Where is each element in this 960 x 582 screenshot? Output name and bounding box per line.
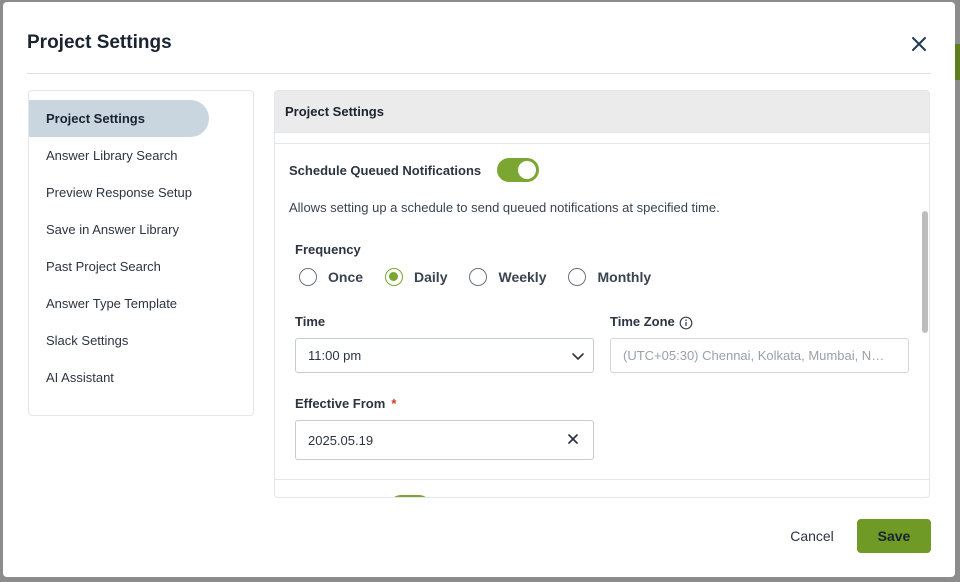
- project-settings-modal: Project Settings Project Settings Answer…: [3, 2, 955, 577]
- sidebar-item-answer-type-template[interactable]: Answer Type Template: [29, 285, 209, 322]
- cancel-button[interactable]: Cancel: [781, 519, 843, 553]
- radio-circle: [568, 268, 587, 286]
- radio-monthly[interactable]: Monthly: [568, 268, 651, 286]
- time-label: Time: [295, 314, 326, 329]
- settings-sidebar: Project Settings Answer Library Search P…: [28, 90, 254, 416]
- radio-circle: [299, 268, 317, 286]
- radio-circle: [469, 268, 488, 286]
- modal-title: Project Settings: [27, 32, 172, 53]
- frequency-label: Frequency: [295, 242, 361, 257]
- frequency-radio-group: Once Daily Weekly Monthly: [299, 268, 673, 286]
- next-section-toggle[interactable]: [389, 495, 431, 497]
- radio-daily[interactable]: Daily: [385, 268, 447, 286]
- toggle-knob: [518, 161, 537, 179]
- effective-from-date-input[interactable]: 2025.05.19: [295, 420, 594, 460]
- sidebar-item-save-in-answer-library[interactable]: Save in Answer Library: [29, 211, 209, 248]
- radio-label: Monthly: [597, 269, 652, 285]
- radio-weekly[interactable]: Weekly: [469, 268, 546, 286]
- info-icon[interactable]: [679, 316, 693, 330]
- panel-body: Schedule Queued Notifications Allows set…: [275, 143, 929, 481]
- time-zone-placeholder: (UTC+05:30) Chennai, Kolkata, Mumbai, N…: [623, 348, 885, 363]
- schedule-description: Allows setting up a schedule to send que…: [289, 200, 720, 215]
- effective-from-text: Effective From: [295, 396, 386, 411]
- time-value: 11:00 pm: [308, 348, 362, 363]
- save-button[interactable]: Save: [857, 519, 931, 553]
- schedule-label: Schedule Queued Notifications: [289, 162, 482, 178]
- close-button[interactable]: [903, 30, 935, 58]
- sidebar-item-past-project-search[interactable]: Past Project Search: [29, 248, 209, 285]
- settings-panel: Project Settings Schedule Queued Notific…: [274, 90, 930, 498]
- clear-icon[interactable]: [567, 433, 579, 445]
- radio-circle: [385, 268, 404, 286]
- time-select[interactable]: 11:00 pm: [295, 338, 594, 373]
- time-zone-label: Time Zone: [610, 314, 675, 329]
- radio-once[interactable]: Once: [299, 268, 363, 286]
- radio-label: Daily: [414, 269, 448, 285]
- panel-header: Project Settings: [275, 91, 929, 133]
- time-zone-field[interactable]: (UTC+05:30) Chennai, Kolkata, Mumbai, N…: [610, 338, 909, 373]
- section-divider: [275, 479, 929, 480]
- schedule-row: Schedule Queued Notifications: [289, 158, 540, 182]
- sidebar-item-slack-settings[interactable]: Slack Settings: [29, 322, 209, 359]
- close-icon: [912, 37, 926, 51]
- required-asterisk: *: [391, 396, 397, 411]
- schedule-toggle[interactable]: [497, 158, 540, 182]
- sidebar-item-answer-library-search[interactable]: Answer Library Search: [29, 137, 209, 174]
- radio-label: Weekly: [498, 269, 547, 285]
- effective-from-value: 2025.05.19: [308, 432, 374, 448]
- header-divider: [27, 73, 931, 74]
- chevron-down-icon: [572, 353, 584, 361]
- effective-from-label: Effective From *: [295, 396, 396, 411]
- radio-label: Once: [328, 269, 364, 285]
- sidebar-item-project-settings[interactable]: Project Settings: [29, 100, 209, 137]
- sidebar-item-ai-assistant[interactable]: AI Assistant: [29, 359, 209, 396]
- sidebar-item-preview-response-setup[interactable]: Preview Response Setup: [29, 174, 209, 211]
- panel-scrollbar[interactable]: [922, 211, 928, 333]
